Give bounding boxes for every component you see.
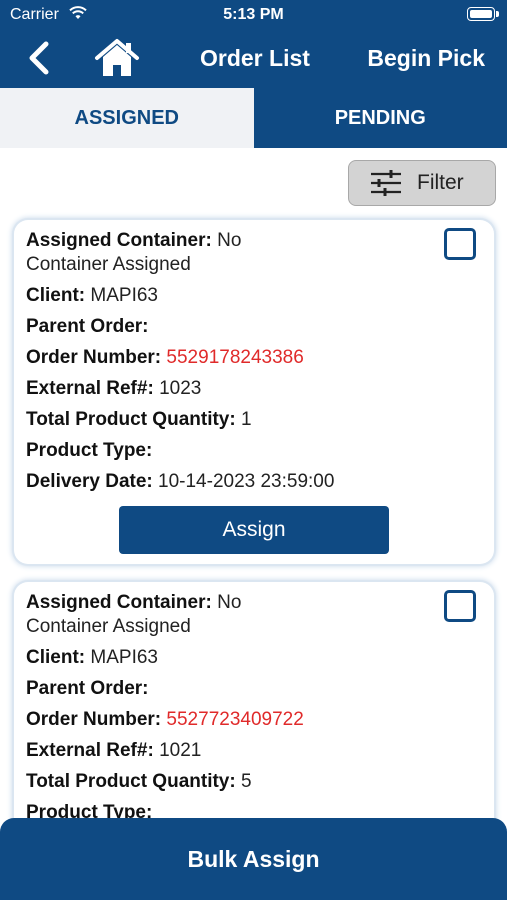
- external-ref-value: 1023: [159, 378, 202, 399]
- external-ref-label: External Ref#:: [26, 378, 154, 399]
- external-ref-value: 1021: [159, 740, 202, 761]
- delivery-date-value: 10-14-2023 23:59:00: [158, 471, 335, 492]
- order-card: Assigned Container: No Container Assigne…: [14, 220, 494, 564]
- filter-button[interactable]: Filter: [348, 160, 496, 206]
- client-value: MAPI63: [90, 285, 158, 306]
- total-quantity-row: Total Product Quantity: 1: [26, 409, 252, 431]
- assigned-container-value-line2: Container Assigned: [26, 616, 191, 637]
- order-number-label: Order Number:: [26, 709, 162, 730]
- parent-order-row: Parent Order:: [26, 316, 148, 338]
- tab-bar: ASSIGNED PENDING: [0, 88, 507, 148]
- external-ref-row: External Ref#: 1023: [26, 378, 201, 400]
- client-row: Client: MAPI63: [26, 647, 158, 669]
- delivery-date-label: Delivery Date:: [26, 471, 153, 492]
- external-ref-label: External Ref#:: [26, 740, 154, 761]
- parent-order-label: Parent Order:: [26, 678, 149, 699]
- order-number-value: 5529178243386: [166, 347, 304, 368]
- assigned-container-label: Assigned Container:: [26, 230, 212, 251]
- external-ref-row: External Ref#: 1021: [26, 740, 201, 762]
- filter-label: Filter: [417, 171, 464, 194]
- assigned-container-value: No: [217, 592, 242, 613]
- total-quantity-value: 1: [240, 409, 252, 430]
- parent-order-row: Parent Order:: [26, 678, 148, 700]
- begin-pick-button[interactable]: Begin Pick: [367, 45, 485, 72]
- product-type-row: Product Type:: [26, 440, 152, 462]
- order-number-label: Order Number:: [26, 347, 162, 368]
- parent-order-label: Parent Order:: [26, 316, 149, 337]
- home-icon[interactable]: [94, 38, 140, 78]
- status-time: 5:13 PM: [223, 6, 284, 23]
- total-quantity-value: 5: [240, 771, 252, 792]
- assigned-container-row: Assigned Container: No: [26, 230, 241, 252]
- tab-pending[interactable]: PENDING: [253, 88, 507, 148]
- app-header: Carrier 5:13 PM Order List Begin Pick: [0, 0, 507, 88]
- client-label: Client:: [26, 285, 86, 306]
- assigned-container-label: Assigned Container:: [26, 592, 212, 613]
- total-quantity-label: Total Product Quantity:: [26, 409, 236, 430]
- order-checkbox[interactable]: [444, 228, 476, 260]
- nav-bar: Order List Begin Pick: [0, 30, 507, 88]
- total-quantity-row: Total Product Quantity: 5: [26, 771, 252, 793]
- battery-icon: [467, 7, 499, 21]
- client-row: Client: MAPI63: [26, 285, 158, 307]
- client-label: Client:: [26, 647, 86, 668]
- delivery-date-row: Delivery Date: 10-14-2023 23:59:00: [26, 471, 334, 493]
- order-number-row: Order Number: 5529178243386: [26, 347, 304, 369]
- order-checkbox[interactable]: [444, 590, 476, 622]
- assigned-container-value-line2: Container Assigned: [26, 254, 191, 275]
- product-type-label: Product Type:: [26, 440, 153, 461]
- filter-sliders-icon: [371, 170, 401, 196]
- bulk-assign-button[interactable]: Bulk Assign: [0, 818, 507, 900]
- total-quantity-label: Total Product Quantity:: [26, 771, 236, 792]
- order-number-value: 5527723409722: [166, 709, 304, 730]
- page-title: Order List: [200, 45, 310, 71]
- back-chevron-icon[interactable]: [24, 40, 56, 76]
- assigned-container-value: No: [217, 230, 242, 251]
- tab-assigned[interactable]: ASSIGNED: [0, 88, 254, 148]
- client-value: MAPI63: [90, 647, 158, 668]
- assigned-container-row: Assigned Container: No: [26, 592, 241, 614]
- assign-button[interactable]: Assign: [119, 506, 389, 554]
- status-bar: Carrier 5:13 PM: [0, 0, 507, 30]
- order-number-row: Order Number: 5527723409722: [26, 709, 304, 731]
